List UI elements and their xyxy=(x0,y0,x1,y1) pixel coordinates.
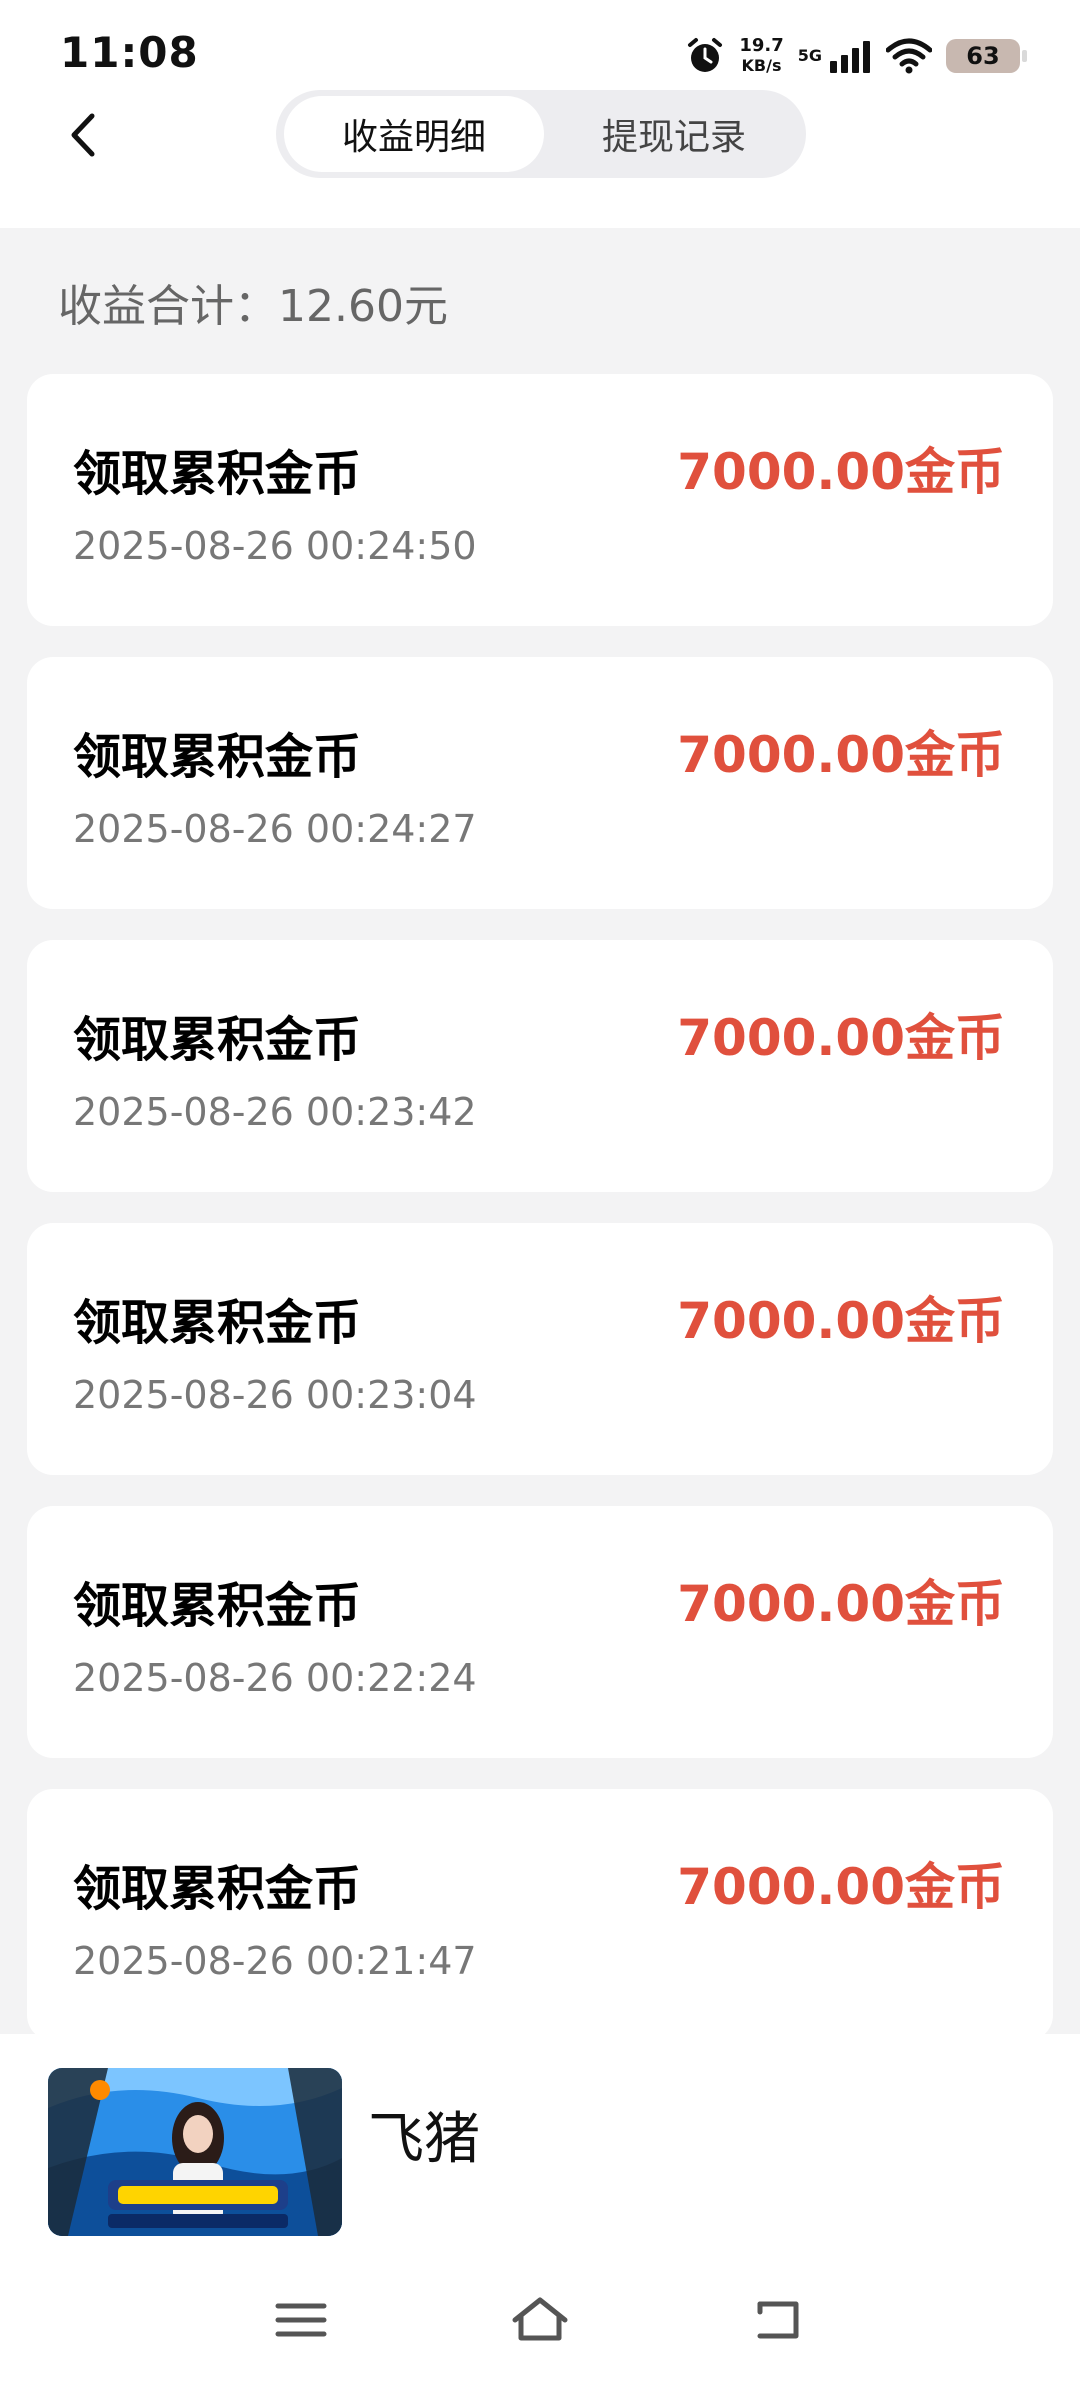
record-card: 领取累积金币 2025-08-26 00:21:47 7000.00金币 xyxy=(27,1789,1053,2034)
network-type: 5G xyxy=(797,46,822,65)
tab-earnings-detail[interactable]: 收益明细 xyxy=(284,96,544,172)
record-amount: 7000.00金币 xyxy=(677,443,1005,501)
record-card: 领取累积金币 2025-08-26 00:23:04 7000.00金币 xyxy=(27,1223,1053,1475)
record-time: 2025-08-26 00:23:42 xyxy=(73,1090,477,1134)
tab-switcher: 收益明细 提现记录 xyxy=(276,90,806,178)
record-title: 领取累积金币 xyxy=(73,729,362,785)
record-title: 领取累积金币 xyxy=(73,1295,362,1351)
record-amount: 7000.00金币 xyxy=(677,1858,1005,1916)
record-card: 领取累积金币 2025-08-26 00:22:24 7000.00金币 xyxy=(27,1506,1053,1758)
records-list: 领取累积金币 2025-08-26 00:24:50 7000.00金币 领取累… xyxy=(27,374,1053,2034)
back-nav-icon[interactable] xyxy=(744,2290,814,2350)
status-time: 11:08 xyxy=(60,28,199,77)
record-time: 2025-08-26 00:24:50 xyxy=(73,524,477,568)
menu-icon[interactable] xyxy=(266,2290,336,2350)
battery-indicator: 63 xyxy=(946,39,1027,73)
status-icons: 19.7 KB/s 5G 63 xyxy=(685,34,1027,78)
alarm-icon xyxy=(688,38,723,72)
record-time: 2025-08-26 00:22:24 xyxy=(73,1656,477,1700)
record-amount: 7000.00金币 xyxy=(677,1575,1005,1633)
ad-image[interactable] xyxy=(48,2068,342,2236)
ad-banner[interactable]: 飞猪 xyxy=(0,2034,1080,2244)
back-icon[interactable] xyxy=(64,110,104,160)
record-amount: 7000.00金币 xyxy=(677,726,1005,784)
record-title: 领取累积金币 xyxy=(73,446,362,502)
record-title: 领取累积金币 xyxy=(73,1012,362,1068)
record-card: 领取累积金币 2025-08-26 00:24:27 7000.00金币 xyxy=(27,657,1053,909)
net-speed-unit: KB/s xyxy=(741,56,782,75)
tab-withdrawal-records[interactable]: 提现记录 xyxy=(548,96,800,172)
ad-photo-illustration xyxy=(48,2068,342,2236)
record-title: 领取累积金币 xyxy=(73,1861,362,1917)
net-speed-value: 19.7 xyxy=(739,35,784,56)
home-icon[interactable] xyxy=(505,2290,575,2350)
record-amount: 7000.00金币 xyxy=(677,1009,1005,1067)
status-bar: 11:08 19.7 KB/s 5G 63 xyxy=(0,0,1080,96)
record-time: 2025-08-26 00:21:47 xyxy=(73,1939,477,1983)
record-time: 2025-08-26 00:24:27 xyxy=(73,807,477,851)
header: 11:08 19.7 KB/s 5G 63 收益明细 提现记录 xyxy=(0,0,1080,228)
ad-title[interactable]: 飞猪 xyxy=(368,2094,480,2175)
record-amount: 7000.00金币 xyxy=(677,1292,1005,1350)
net-speed: 19.7 KB/s xyxy=(739,36,783,76)
record-card: 领取累积金币 2025-08-26 00:24:50 7000.00金币 xyxy=(27,374,1053,626)
system-navigation-bar xyxy=(0,2244,1080,2400)
earnings-total: 收益合计：12.60元 xyxy=(58,281,448,332)
signal-icon xyxy=(830,41,870,73)
record-title: 领取累积金币 xyxy=(73,1578,362,1634)
record-time: 2025-08-26 00:23:04 xyxy=(73,1373,477,1417)
wifi-icon xyxy=(886,38,932,74)
record-card: 领取累积金币 2025-08-26 00:23:42 7000.00金币 xyxy=(27,940,1053,1192)
